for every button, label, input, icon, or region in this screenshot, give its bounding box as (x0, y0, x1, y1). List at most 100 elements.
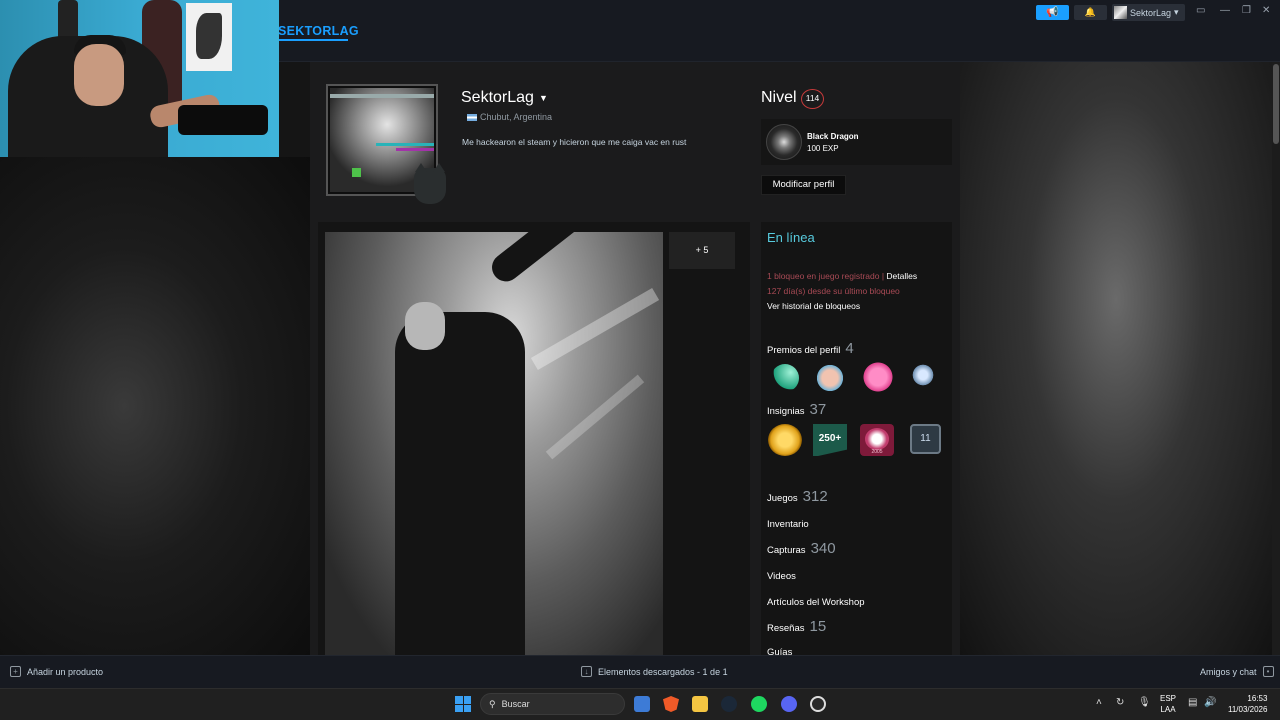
chevron-down-icon: ▾ (1174, 7, 1179, 17)
download-icon: ↓ (581, 666, 592, 677)
badges-count: 37 (809, 401, 827, 418)
volume-icon[interactable]: 🔊 (1204, 697, 1216, 708)
account-avatar (1114, 6, 1127, 19)
close-icon[interactable]: ✕ (1262, 5, 1270, 16)
inventory-label: Inventario (767, 519, 809, 530)
profile-background-left-top (279, 62, 310, 157)
screenshots-label: Capturas (767, 545, 806, 556)
badges-link[interactable]: Insignias 37 (767, 401, 826, 418)
level-badge[interactable]: 114 (801, 89, 824, 109)
badges-label: Insignias (767, 406, 805, 417)
discord-taskbar-icon[interactable] (781, 696, 797, 712)
chevron-up-icon[interactable]: ˄ (1096, 697, 1102, 708)
dragon-badge-icon (766, 124, 802, 160)
persona-name[interactable]: SektorLag (461, 89, 534, 107)
performer-head (405, 302, 445, 350)
downloads-status[interactable]: ↓ Elementos descargados - 1 de 1 (581, 666, 728, 677)
videos-link[interactable]: Videos (767, 571, 796, 582)
showcase-more-button[interactable]: + 5 (669, 232, 735, 269)
account-menu[interactable]: SektorLag ▾ (1112, 4, 1185, 21)
add-product-label: Añadir un producto (27, 666, 104, 677)
vac-ban-notice: 1 bloqueo en juego registrado | Detalles (767, 271, 917, 281)
file-explorer-taskbar-icon[interactable] (634, 696, 650, 712)
steam-taskbar-icon[interactable] (721, 696, 737, 712)
webcam-face (74, 44, 124, 106)
profile-summary: Me hackearon el steam y hicieron que me … (462, 137, 687, 147)
keyboard-layout: LAA (1160, 705, 1176, 714)
avatar-glitch-line (330, 94, 434, 98)
workshop-label: Artículos del Workshop (767, 597, 865, 608)
sync-icon[interactable]: ↻ (1116, 697, 1124, 708)
notifications-button[interactable]: 🔔 (1074, 5, 1107, 20)
comet-award-icon[interactable] (771, 364, 799, 392)
friends-chat-button[interactable]: Amigos y chat • (1200, 666, 1274, 677)
workshop-link[interactable]: Artículos del Workshop (767, 597, 865, 608)
stage-light (530, 287, 660, 371)
level-11-badge-icon[interactable]: 11 (910, 424, 941, 454)
search-placeholder: Buscar (501, 699, 530, 709)
edit-profile-button[interactable]: Modificar perfil (761, 175, 846, 195)
inventory-link[interactable]: Inventario (767, 519, 809, 530)
games-link[interactable]: Juegos 312 (767, 488, 828, 505)
brave-taskbar-icon[interactable] (663, 696, 679, 712)
chevron-down-icon[interactable]: ▼ (539, 93, 548, 103)
minimize-icon[interactable]: — (1220, 5, 1230, 16)
avatar-glitch-pixel (352, 168, 361, 177)
taskbar-search[interactable]: ⚲ Buscar (480, 693, 625, 715)
ban-details-link[interactable]: Detalles (886, 271, 917, 281)
argentina-flag-icon (467, 113, 477, 121)
network-icon[interactable]: ▤ (1188, 697, 1197, 708)
obs-taskbar-icon[interactable] (810, 696, 826, 712)
nav-active-underline (278, 39, 348, 41)
games-label: Juegos (767, 493, 798, 504)
profile-awards-link[interactable]: Premios del perfil 4 (767, 340, 854, 357)
level-label: Nivel (761, 89, 797, 106)
page-scrollbar[interactable] (1272, 62, 1280, 655)
days-since-ban: 127 día(s) desde su último bloqueo (767, 286, 900, 296)
reviews-link[interactable]: Reseñas 15 (767, 618, 826, 635)
reviews-count: 15 (809, 618, 827, 635)
nav-profile-tab[interactable]: SEKTORLAG (278, 24, 359, 38)
search-icon: ⚲ (489, 698, 496, 709)
megaphone-icon: 📢 (1046, 7, 1059, 18)
taskbar-clock[interactable]: 16:53 11/03/2026 (1228, 693, 1267, 715)
add-product-button[interactable]: + Añadir un producto (10, 666, 103, 677)
baby-award-icon[interactable] (816, 364, 844, 392)
profile-background-right (960, 62, 1272, 655)
scrollbar-thumb[interactable] (1273, 64, 1279, 144)
performer-arm (486, 232, 622, 288)
big-picture-icon[interactable]: ▭ (1196, 5, 1205, 16)
chat-icon: • (1262, 666, 1274, 677)
clock-time: 16:53 (1247, 694, 1268, 703)
avatar-glitch-line (376, 143, 434, 146)
location-text: Chubut, Argentina (480, 112, 553, 122)
input-language[interactable]: ESP LAA (1160, 693, 1176, 715)
spotify-taskbar-icon[interactable] (751, 696, 767, 712)
showcase-screenshot[interactable] (325, 232, 663, 655)
account-name: SektorLag (1130, 7, 1172, 18)
webcam-overlay (0, 0, 279, 157)
microphone-icon[interactable]: 🎙 (1138, 697, 1151, 708)
bell-icon: 🔔 (1084, 7, 1097, 17)
screenshots-link[interactable]: Capturas 340 (767, 540, 836, 557)
guides-label: Guías (767, 647, 793, 655)
awards-count: 4 (845, 340, 854, 357)
stage-light (545, 374, 645, 460)
ban-history-link[interactable]: Ver historial de bloqueos (767, 301, 860, 311)
heart-award-icon[interactable] (862, 362, 894, 392)
coin-badge-icon[interactable] (768, 424, 802, 456)
featured-badge-xp: 100 EXP (807, 144, 839, 153)
guides-link[interactable]: Guías (767, 647, 792, 655)
steam-years-badge-icon[interactable]: 2005 (860, 424, 894, 456)
games-count: 312 (802, 488, 828, 505)
windows-start-icon[interactable] (455, 696, 471, 712)
maximize-icon[interactable]: ❐ (1242, 5, 1251, 16)
performer-silhouette (395, 312, 525, 655)
friends-label: Amigos y chat (1200, 666, 1257, 677)
globe-award-icon[interactable] (912, 364, 934, 386)
folder-taskbar-icon[interactable] (692, 696, 708, 712)
announcements-button[interactable]: 📢 (1036, 5, 1069, 20)
steam-logo-icon (865, 428, 889, 450)
featured-badge-name: Black Dragon (807, 132, 859, 141)
profile-background-left (0, 157, 310, 655)
